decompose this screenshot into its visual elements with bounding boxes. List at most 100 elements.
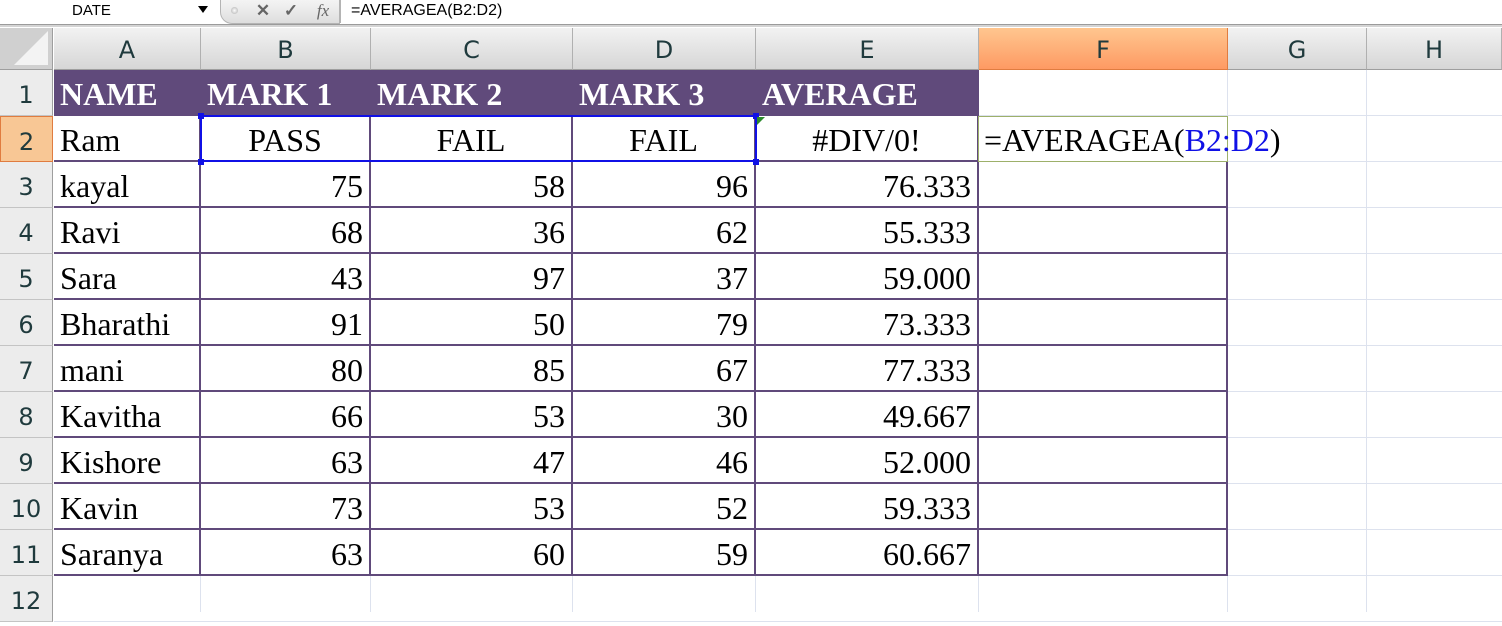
mark-cell[interactable]: 79 [573, 300, 756, 346]
mark-cell[interactable]: PASS [201, 116, 371, 162]
average-cell[interactable]: 77.333 [756, 346, 979, 392]
mark-cell[interactable]: FAIL [371, 116, 573, 162]
name-box[interactable]: DATE [0, 0, 214, 23]
average-cell[interactable]: 73.333 [756, 300, 979, 346]
empty-cell-f[interactable] [979, 346, 1228, 392]
column-header-h[interactable]: H [1367, 28, 1502, 70]
average-cell[interactable]: 59.000 [756, 254, 979, 300]
average-cell[interactable]: 60.667 [756, 530, 979, 576]
row-header-4[interactable]: 4 [0, 208, 53, 254]
column-header-f[interactable]: F [979, 28, 1228, 70]
formula-prefix: =AVERAGEA( [984, 122, 1185, 158]
empty-cell-f[interactable] [979, 254, 1228, 300]
mark-cell[interactable]: 80 [201, 346, 371, 392]
error-indicator-icon[interactable] [757, 117, 765, 125]
row-header-11[interactable]: 11 [0, 530, 53, 576]
row-header-1[interactable]: 1 [0, 70, 53, 116]
name-cell[interactable]: Saranya [54, 530, 201, 576]
empty-cell-f[interactable] [979, 300, 1228, 346]
row-header-5[interactable]: 5 [0, 254, 53, 300]
table-header-mark-3[interactable]: MARK 3 [573, 70, 756, 116]
row-header-9[interactable]: 9 [0, 438, 53, 484]
column-header-e[interactable]: E [756, 28, 979, 70]
mark-cell[interactable]: 62 [573, 208, 756, 254]
row-header-2[interactable]: 2 [0, 116, 53, 162]
mark-cell[interactable]: 97 [371, 254, 573, 300]
table-header-mark-1[interactable]: MARK 1 [201, 70, 371, 116]
formula-bar-divider [0, 25, 1502, 27]
empty-cell-f[interactable] [979, 438, 1228, 484]
select-all-button[interactable] [0, 28, 53, 70]
empty-cell-f[interactable] [979, 208, 1228, 254]
name-cell[interactable]: Kavin [54, 484, 201, 530]
column-header-g[interactable]: G [1228, 28, 1367, 70]
name-cell[interactable]: Kavitha [54, 392, 201, 438]
mark-cell[interactable]: 59 [573, 530, 756, 576]
table-header-name[interactable]: NAME [54, 70, 201, 116]
table-header-average[interactable]: AVERAGE [756, 70, 979, 116]
range-resize-handle[interactable] [198, 159, 204, 165]
average-cell[interactable]: 49.667 [756, 392, 979, 438]
mark-cell[interactable]: 46 [573, 438, 756, 484]
mark-cell[interactable]: 53 [371, 484, 573, 530]
name-cell[interactable]: Bharathi [54, 300, 201, 346]
name-cell[interactable]: Ram [54, 116, 201, 162]
mark-cell[interactable]: FAIL [573, 116, 756, 162]
column-header-c[interactable]: C [371, 28, 573, 70]
average-cell[interactable]: 52.000 [756, 438, 979, 484]
empty-cell-f[interactable] [979, 484, 1228, 530]
mark-cell[interactable]: 37 [573, 254, 756, 300]
mark-cell[interactable]: 68 [201, 208, 371, 254]
row-header-12[interactable]: 12 [0, 576, 53, 622]
mark-cell[interactable]: 63 [201, 530, 371, 576]
row-header-3[interactable]: 3 [0, 162, 53, 208]
mark-cell[interactable]: 36 [371, 208, 573, 254]
name-cell[interactable]: Kishore [54, 438, 201, 484]
mark-cell[interactable]: 50 [371, 300, 573, 346]
range-resize-handle[interactable] [753, 159, 759, 165]
column-header-a[interactable]: A [54, 28, 201, 70]
range-resize-handle[interactable] [198, 113, 204, 119]
name-cell[interactable]: Sara [54, 254, 201, 300]
formula-text[interactable]: =AVERAGEA(B2:D2) [351, 2, 502, 20]
mark-cell[interactable]: 43 [201, 254, 371, 300]
triangle-down-icon[interactable] [198, 6, 208, 13]
empty-cell-f[interactable] [979, 392, 1228, 438]
mark-cell[interactable]: 52 [573, 484, 756, 530]
row-header-8[interactable]: 8 [0, 392, 53, 438]
column-header-b[interactable]: B [201, 28, 371, 70]
row-header-6[interactable]: 6 [0, 300, 53, 346]
mark-cell[interactable]: 75 [201, 162, 371, 208]
row-header-10[interactable]: 10 [0, 484, 53, 530]
average-cell[interactable]: 55.333 [756, 208, 979, 254]
name-box-value[interactable]: DATE [72, 2, 111, 19]
mark-cell[interactable]: 30 [573, 392, 756, 438]
average-cell[interactable]: 59.333 [756, 484, 979, 530]
name-cell[interactable]: kayal [54, 162, 201, 208]
empty-cell-f[interactable] [979, 162, 1228, 208]
table-header-mark-2[interactable]: MARK 2 [371, 70, 573, 116]
mark-cell[interactable]: 58 [371, 162, 573, 208]
average-cell[interactable]: #DIV/0! [756, 116, 979, 162]
average-cell[interactable]: 76.333 [756, 162, 979, 208]
mark-cell[interactable]: 63 [201, 438, 371, 484]
cell-edit-formula[interactable]: =AVERAGEA(B2:D2) [984, 116, 1281, 164]
cancel-icon[interactable]: ✕ [253, 0, 273, 22]
formula-input[interactable]: =AVERAGEA(B2:D2) [340, 0, 1501, 23]
mark-cell[interactable]: 53 [371, 392, 573, 438]
column-header-d[interactable]: D [573, 28, 756, 70]
mark-cell[interactable]: 73 [201, 484, 371, 530]
row-header-7[interactable]: 7 [0, 346, 53, 392]
mark-cell[interactable]: 96 [573, 162, 756, 208]
mark-cell[interactable]: 85 [371, 346, 573, 392]
name-cell[interactable]: mani [54, 346, 201, 392]
mark-cell[interactable]: 67 [573, 346, 756, 392]
mark-cell[interactable]: 91 [201, 300, 371, 346]
checkmark-icon[interactable]: ✓ [281, 0, 301, 22]
insert-function-icon[interactable]: fx [311, 0, 335, 22]
mark-cell[interactable]: 47 [371, 438, 573, 484]
name-cell[interactable]: Ravi [54, 208, 201, 254]
empty-cell-f[interactable] [979, 530, 1228, 576]
mark-cell[interactable]: 66 [201, 392, 371, 438]
mark-cell[interactable]: 60 [371, 530, 573, 576]
